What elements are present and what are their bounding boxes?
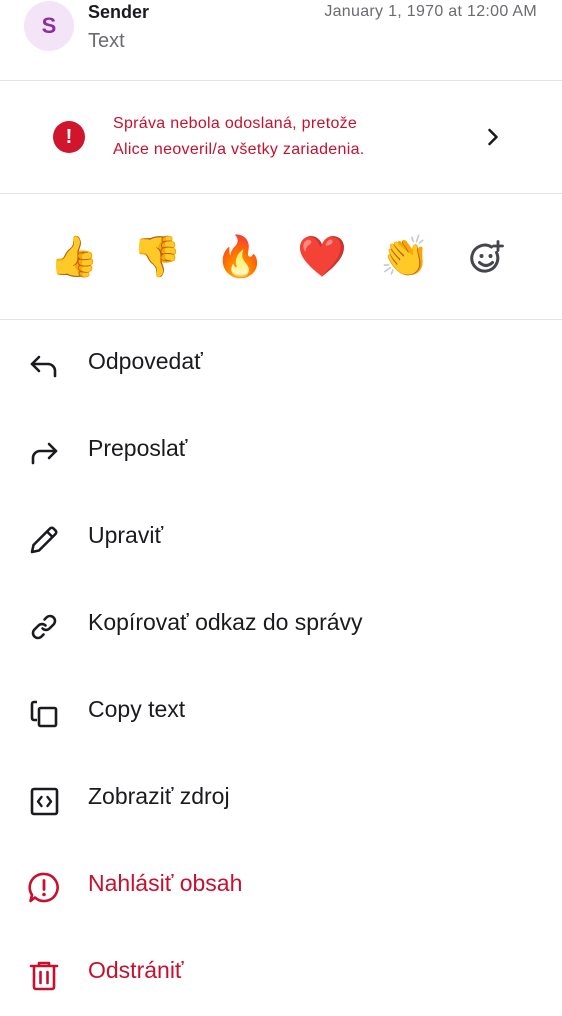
pencil-icon: [30, 526, 58, 554]
send-failed-banner[interactable]: ! Správa nebola odoslaná, pretože Alice …: [0, 81, 562, 193]
reaction-thumbs-up[interactable]: 👍: [49, 232, 99, 282]
message-preview-text: Text: [88, 30, 125, 52]
menu-item-reply[interactable]: Odpovedať: [0, 320, 562, 407]
menu-item-label: Zobraziť zdroj: [88, 783, 230, 809]
menu-item-label: Kopírovať odkaz do správy: [88, 609, 363, 635]
reaction-heart[interactable]: ❤️: [297, 232, 347, 282]
menu-item-label: Odpovedať: [88, 348, 203, 374]
forward-icon: [31, 442, 58, 465]
send-failed-line-2: Alice neoveril/a všetky zariadenia.: [113, 141, 365, 158]
menu-item-report[interactable]: Nahlásiť obsah: [0, 842, 562, 929]
menu-item-copy-link[interactable]: Kopírovať odkaz do správy: [0, 581, 562, 668]
menu-item-label: Preposlať: [88, 435, 188, 461]
chevron-right-icon: [488, 128, 498, 146]
menu-item-label: Odstrániť: [88, 957, 184, 983]
reply-icon: [30, 355, 57, 378]
menu-item-label: Copy text: [88, 696, 186, 722]
copy-icon: [30, 700, 58, 728]
send-failed-message: Správa nebola odoslaná, pretože Alice ne…: [113, 111, 463, 163]
quick-reactions-bar: 👍 👎 🔥 ❤️ 👏: [0, 194, 562, 319]
send-failed-line-1: Správa nebola odoslaná, pretože: [113, 115, 358, 132]
menu-item-copy-text[interactable]: Copy text: [0, 668, 562, 755]
add-reaction-icon[interactable]: [466, 238, 506, 278]
reaction-thumbs-down[interactable]: 👎: [132, 232, 182, 282]
code-icon: [30, 787, 59, 816]
reaction-clap[interactable]: 👏: [380, 232, 430, 282]
menu-item-forward[interactable]: Preposlať: [0, 407, 562, 494]
menu-item-label: Nahlásiť obsah: [88, 870, 243, 896]
menu-item-label: Upraviť: [88, 522, 164, 548]
error-circle-icon: !: [53, 121, 85, 153]
link-icon: [31, 614, 57, 640]
menu-item-delete[interactable]: Odstrániť: [0, 929, 562, 1016]
report-icon: [28, 872, 59, 903]
trash-icon: [29, 961, 59, 991]
avatar[interactable]: S: [24, 1, 74, 51]
menu-item-view-source[interactable]: Zobraziť zdroj: [0, 755, 562, 842]
reaction-fire[interactable]: 🔥: [215, 232, 265, 282]
menu-item-edit[interactable]: Upraviť: [0, 494, 562, 581]
message-header: S Sender Text January 1, 1970 at 12:00 A…: [0, 0, 562, 80]
message-timestamp: January 1, 1970 at 12:00 AM: [324, 3, 537, 20]
sender-name: Sender: [88, 2, 150, 22]
